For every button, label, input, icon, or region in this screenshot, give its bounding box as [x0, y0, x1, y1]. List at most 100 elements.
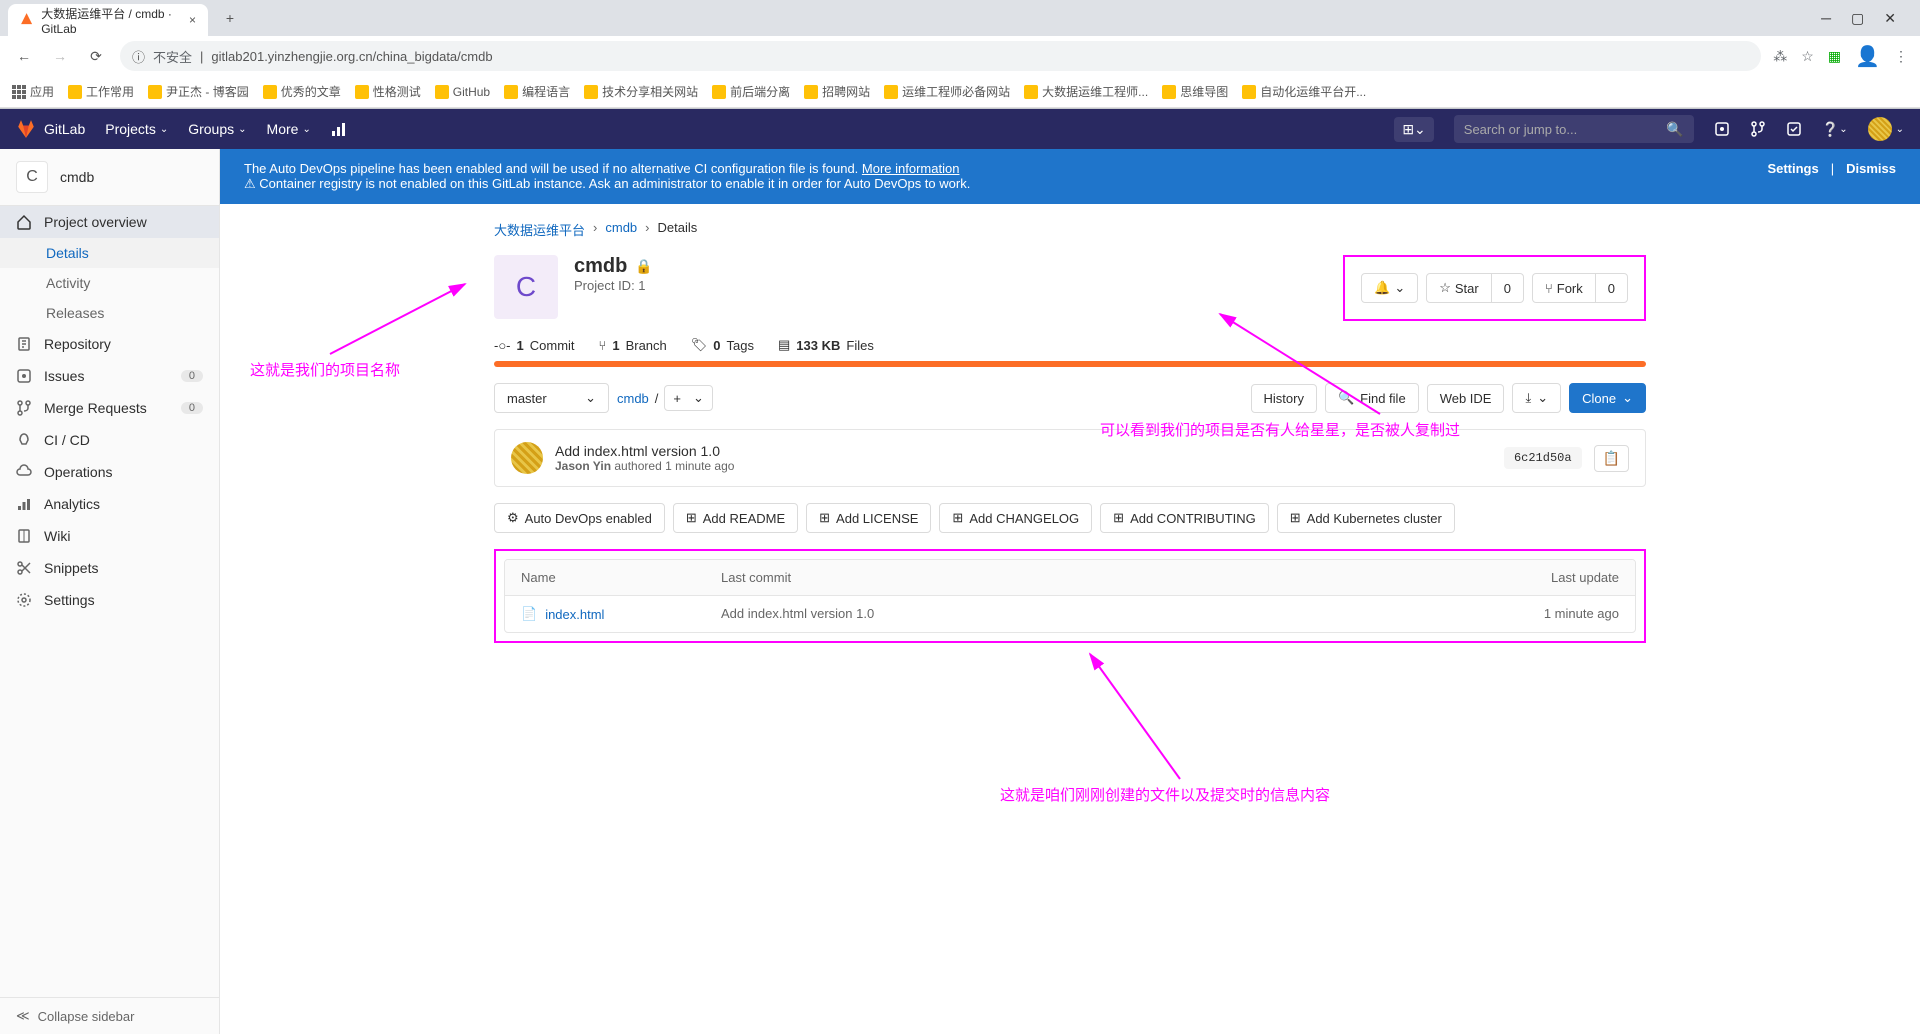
bookmark-item[interactable]: 优秀的文章: [263, 83, 341, 100]
add-contributing-button[interactable]: ⊞Add CONTRIBUTING: [1100, 503, 1269, 533]
branch-dropdown[interactable]: master⌄: [494, 383, 609, 413]
nav-search[interactable]: 🔍: [1454, 115, 1694, 143]
star-button[interactable]: ☆Star 0: [1426, 273, 1524, 303]
bookmark-apps[interactable]: 应用: [12, 83, 54, 100]
search-input[interactable]: [1464, 122, 1667, 137]
new-tab-button[interactable]: +: [216, 4, 244, 32]
caret-down-icon: ⌄: [160, 124, 168, 135]
sidebar-item-merge[interactable]: Merge Requests 0: [0, 392, 219, 424]
nav-projects[interactable]: Projects⌄: [105, 121, 168, 137]
stat-commits[interactable]: -○-1Commit: [494, 337, 575, 353]
download-button[interactable]: ⤓⌄: [1512, 383, 1561, 413]
sidebar-item-wiki[interactable]: Wiki: [0, 520, 219, 552]
sidebar-item-settings[interactable]: Settings: [0, 584, 219, 616]
find-file-button[interactable]: 🔍Find file: [1325, 383, 1419, 413]
history-button[interactable]: History: [1251, 384, 1317, 413]
translate-icon[interactable]: ⁂: [1773, 48, 1787, 65]
nav-merge-icon[interactable]: [1750, 121, 1766, 137]
copy-sha-button[interactable]: 📋: [1594, 445, 1629, 472]
sidebar-item-analytics[interactable]: Analytics: [0, 488, 219, 520]
sidebar-item-snippets[interactable]: Snippets: [0, 552, 219, 584]
notification-dropdown[interactable]: 🔔⌄: [1361, 273, 1418, 303]
fork-button[interactable]: ⑂Fork 0: [1532, 273, 1628, 303]
project-avatar-small: C: [16, 161, 48, 193]
sidebar-item-repository[interactable]: Repository: [0, 328, 219, 360]
sidebar-subitem-releases[interactable]: Releases: [0, 298, 219, 328]
nav-groups[interactable]: Groups⌄: [188, 121, 246, 137]
stat-files[interactable]: ▤133 KBFiles: [778, 337, 874, 353]
gitlab-logo[interactable]: GitLab: [16, 119, 85, 139]
file-row[interactable]: 📄index.html Add index.html version 1.0 1…: [505, 596, 1635, 632]
tab-favicon: [20, 12, 33, 28]
maximize-icon[interactable]: ▢: [1851, 10, 1864, 27]
profile-icon[interactable]: 👤: [1855, 44, 1880, 69]
star-count: 0: [1491, 274, 1523, 302]
stat-tags[interactable]: 🏷0Tags: [691, 337, 754, 353]
arrow-3: [1080, 649, 1200, 784]
extension-icon[interactable]: ▦: [1828, 48, 1841, 65]
add-readme-button[interactable]: ⊞Add README: [673, 503, 798, 533]
clone-button[interactable]: Clone⌄: [1569, 383, 1646, 413]
bookmark-item[interactable]: 尹正杰 - 博客园: [148, 83, 249, 100]
user-avatar: [1868, 117, 1892, 141]
add-changelog-button[interactable]: ⊞Add CHANGELOG: [939, 503, 1092, 533]
lock-icon: 🔒: [635, 258, 652, 275]
back-button[interactable]: ←: [12, 44, 36, 68]
nav-plus-button[interactable]: ⊞ ⌄: [1394, 117, 1433, 142]
download-icon: ⤓: [1525, 390, 1531, 406]
bookmark-item[interactable]: 技术分享相关网站: [584, 83, 698, 100]
bookmark-item[interactable]: 编程语言: [504, 83, 570, 100]
sidebar-subitem-activity[interactable]: Activity: [0, 268, 219, 298]
repo-path-root[interactable]: cmdb: [617, 391, 649, 406]
sidebar-subitem-details[interactable]: Details: [0, 238, 219, 268]
webide-button[interactable]: Web IDE: [1427, 384, 1505, 413]
reload-button[interactable]: ⟳: [84, 44, 108, 68]
sidebar-item-issues[interactable]: Issues 0: [0, 360, 219, 392]
minimize-icon[interactable]: ─: [1821, 10, 1831, 27]
commit-title[interactable]: Add index.html version 1.0: [555, 443, 734, 459]
bookmark-item[interactable]: 自动化运维平台开...: [1242, 83, 1366, 100]
nav-todos-icon[interactable]: [1786, 121, 1802, 137]
menu-icon[interactable]: ⋮: [1894, 48, 1908, 65]
file-name[interactable]: index.html: [545, 607, 604, 622]
forward-button[interactable]: →: [48, 44, 72, 68]
sidebar-item-cicd[interactable]: CI / CD: [0, 424, 219, 456]
more-info-link[interactable]: More information: [862, 161, 960, 176]
auto-devops-button[interactable]: ⚙Auto DevOps enabled: [494, 503, 665, 533]
nav-issues-icon[interactable]: [1714, 121, 1730, 137]
breadcrumb-group[interactable]: 大数据运维平台: [494, 220, 585, 239]
bookmark-item[interactable]: 前后端分离: [712, 83, 790, 100]
sidebar-item-overview[interactable]: Project overview: [0, 206, 219, 238]
nav-help-icon[interactable]: ❔⌄: [1822, 121, 1848, 138]
bookmark-item[interactable]: 招聘网站: [804, 83, 870, 100]
sidebar-item-operations[interactable]: Operations: [0, 456, 219, 488]
nav-more[interactable]: More⌄: [267, 121, 311, 137]
bookmark-item[interactable]: 思维导图: [1162, 83, 1228, 100]
nav-activity-icon[interactable]: [331, 121, 347, 137]
url-text: gitlab201.yinzhengjie.org.cn/china_bigda…: [211, 49, 492, 64]
bookmark-item[interactable]: 性格测试: [355, 83, 421, 100]
star-icon[interactable]: ☆: [1801, 48, 1814, 65]
collapse-sidebar-button[interactable]: ≪ Collapse sidebar: [0, 997, 219, 1034]
banner-dismiss-link[interactable]: Dismiss: [1846, 161, 1896, 192]
sidebar-project-header[interactable]: C cmdb: [0, 149, 219, 206]
plus-icon: ⊞: [1113, 510, 1124, 526]
add-license-button[interactable]: ⊞Add LICENSE: [806, 503, 931, 533]
browser-tab[interactable]: 大数据运维平台 / cmdb · GitLab ×: [8, 4, 208, 36]
bookmark-item[interactable]: 大数据运维工程师...: [1024, 83, 1148, 100]
chart-icon: [16, 496, 32, 512]
stat-branches[interactable]: ⑂1Branch: [599, 337, 667, 353]
tab-close-icon[interactable]: ×: [189, 13, 196, 27]
close-window-icon[interactable]: ✕: [1884, 10, 1896, 27]
bookmark-item[interactable]: 工作常用: [68, 83, 134, 100]
add-k8s-button[interactable]: ⊞Add Kubernetes cluster: [1277, 503, 1455, 533]
bookmark-item[interactable]: GitHub: [435, 85, 490, 99]
banner-settings-link[interactable]: Settings: [1767, 161, 1818, 192]
nav-user-menu[interactable]: ⌄: [1868, 117, 1904, 141]
fork-icon: ⑂: [1545, 281, 1553, 296]
add-file-dropdown[interactable]: +⌄: [664, 385, 713, 411]
folder-icon: [1024, 85, 1038, 99]
bookmark-item[interactable]: 运维工程师必备网站: [884, 83, 1010, 100]
url-input[interactable]: ⓘ 不安全 | gitlab201.yinzhengjie.org.cn/chi…: [120, 41, 1761, 71]
breadcrumb-project[interactable]: cmdb: [605, 220, 637, 239]
